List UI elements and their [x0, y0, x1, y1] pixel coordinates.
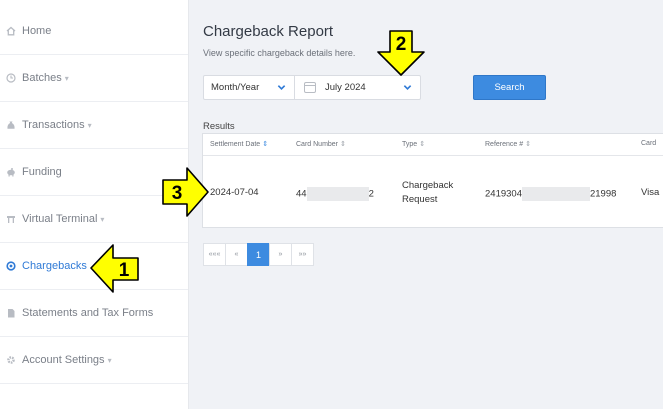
card-number-suffix: 2: [368, 188, 374, 200]
sidebar-item-label: Transactions: [22, 119, 85, 131]
chevron-down-icon: ▾: [64, 73, 69, 83]
pagination: ««« « 1 » »»: [203, 243, 314, 266]
sort-icon: ⇕: [262, 141, 269, 148]
moneybag-icon: [5, 120, 16, 131]
period-type-select[interactable]: Month/Year: [203, 75, 295, 100]
callout-arrow-3: 3: [162, 167, 209, 217]
sidebar-item-account-settings[interactable]: Account Settings ▾: [0, 337, 188, 384]
column-header-label: Reference #: [485, 141, 524, 148]
month-value: July 2024: [325, 82, 366, 93]
first-page-button[interactable]: «««: [203, 243, 226, 266]
prev-page-button[interactable]: «: [225, 243, 248, 266]
type-line: Request: [402, 194, 438, 205]
callout-number: 1: [119, 260, 130, 281]
reference-suffix: 21998: [589, 188, 617, 200]
redacted-block: [521, 187, 590, 201]
page-title: Chargeback Report: [203, 23, 334, 40]
terminal-icon: [5, 214, 16, 225]
sidebar-item-label: Statements and Tax Forms: [22, 307, 154, 319]
sidebar-item-statements[interactable]: Statements and Tax Forms: [0, 290, 188, 337]
search-button[interactable]: Search: [473, 75, 546, 100]
sidebar-item-batches[interactable]: Batches ▾: [0, 55, 188, 102]
header-divider: [203, 155, 663, 156]
piggybank-icon: [5, 167, 16, 178]
column-header-label: Settlement Date: [210, 141, 261, 148]
card-number-prefix: 44: [296, 188, 307, 200]
sidebar-item-transactions[interactable]: Transactions ▾: [0, 102, 188, 149]
next-page-button[interactable]: »: [269, 243, 292, 266]
sidebar-item-label: Chargebacks: [22, 260, 87, 272]
type-cell: Chargeback Request: [402, 179, 453, 207]
column-header-reference[interactable]: Reference # ⇕: [485, 140, 531, 148]
sidebar-item-label: Account Settings: [22, 354, 105, 366]
callout-number: 2: [396, 34, 407, 55]
column-header-card-number[interactable]: Card Number ⇕: [296, 140, 346, 148]
column-header-label: Card: [641, 140, 657, 147]
chevron-down-icon: [277, 85, 286, 90]
home-icon: [5, 26, 16, 37]
callout-number: 3: [172, 183, 183, 204]
last-page-button[interactable]: »»: [291, 243, 314, 266]
reference-prefix: 2419304: [485, 188, 522, 200]
results-table: Settlement Date ⇕ Card Number ⇕ Type ⇕ Refe…: [202, 133, 663, 228]
sort-icon: ⇕: [340, 141, 346, 148]
calendar-icon: [304, 82, 316, 93]
page-1-button[interactable]: 1: [247, 243, 270, 266]
column-header-label: Type: [402, 141, 418, 148]
chevron-down-icon: ▾: [107, 355, 112, 365]
callout-arrow-2: 2: [377, 30, 425, 76]
card-number-cell: 44 2: [296, 187, 374, 201]
callout-arrow-1: 1: [90, 244, 139, 293]
period-type-value: Month/Year: [211, 82, 260, 93]
sidebar-item-label: Home: [22, 25, 52, 37]
sidebar-item-label: Batches: [22, 72, 62, 84]
card-brand-cell: Visa: [641, 187, 660, 198]
column-header-type[interactable]: Type ⇕: [402, 140, 425, 148]
sort-icon: ⇕: [525, 141, 532, 148]
gear-icon: [5, 355, 16, 366]
settlement-date-cell: 2024-07-04: [210, 187, 259, 198]
column-header-label: Card Number: [296, 141, 339, 148]
page-subtitle: View specific chargeback details here.: [203, 48, 356, 58]
sidebar-item-label: Funding: [22, 166, 62, 178]
reference-cell: 2419304 21998: [485, 187, 616, 201]
chevron-down-icon: ▾: [100, 214, 105, 224]
redacted-block: [306, 187, 369, 201]
sort-icon: ⇕: [419, 141, 426, 148]
sidebar-item-home[interactable]: Home: [0, 8, 188, 55]
column-header-card[interactable]: Card: [641, 140, 656, 147]
document-icon: [5, 308, 16, 319]
chevron-down-icon: ▾: [87, 120, 92, 130]
refresh-icon: [5, 261, 16, 272]
type-line: Chargeback: [402, 180, 454, 191]
results-heading: Results: [203, 121, 235, 132]
column-header-settlement-date[interactable]: Settlement Date ⇕: [210, 140, 268, 148]
sidebar-item-label: Virtual Terminal: [22, 213, 98, 225]
month-select[interactable]: July 2024: [295, 75, 421, 100]
clock-icon: [5, 73, 16, 84]
chevron-down-icon: [403, 85, 412, 90]
